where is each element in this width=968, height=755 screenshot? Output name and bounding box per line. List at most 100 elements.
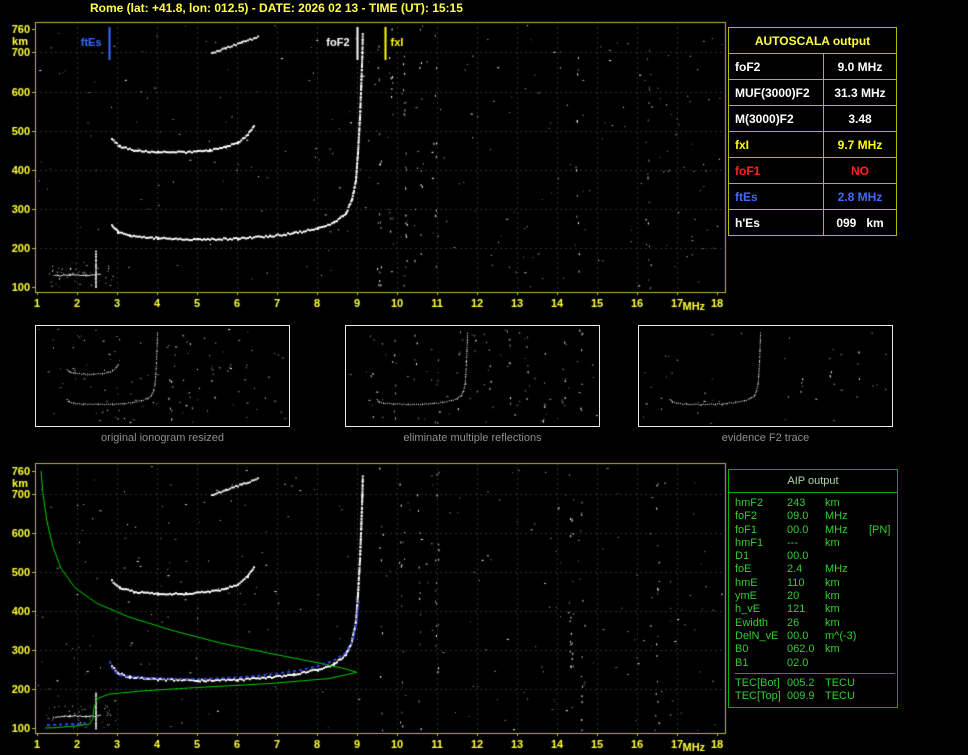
- aip-row: B0 062.0 km: [735, 643, 895, 656]
- aip-cell: 121: [787, 603, 806, 616]
- autoscala-row-value: 31.3 MHz: [823, 79, 897, 106]
- thumbnail-eliminate-reflections: [345, 325, 600, 427]
- aip-cell: km: [825, 616, 840, 629]
- autoscala-row-label: fxI: [728, 131, 824, 158]
- aip-cell: 02.0: [787, 656, 809, 669]
- autoscala-row-label: h'Es: [728, 209, 824, 236]
- autoscala-row: h'Es 099 km: [728, 209, 897, 236]
- autoscala-header-row: AUTOSCALA output: [728, 27, 897, 54]
- aip-cell: ymE: [735, 590, 757, 603]
- aip-cell: DelN_vE: [735, 629, 779, 642]
- aip-cell: foF2: [735, 510, 758, 523]
- autoscala-row-value: NO: [823, 157, 897, 184]
- autoscala-body: foF2 9.0 MHz MUF(3000)F2 31.3 MHz M(3000)F2 3…: [728, 53, 897, 236]
- aip-row: foE 2.4 MHz: [735, 563, 895, 576]
- aip-cell: km: [825, 603, 840, 616]
- thumbnail-caption-evidence: evidence F2 trace: [721, 432, 810, 444]
- aip-row: hmE 110 km: [735, 577, 895, 590]
- autoscala-row: foF2 9.0 MHz: [728, 53, 897, 80]
- aip-cell: D1: [735, 550, 750, 563]
- autoscala-screen: Rome (lat: +41.8, lon: 012.5) - DATE: 20…: [0, 0, 968, 755]
- aip-cell: TEC[Bot]: [735, 676, 780, 689]
- aip-cell: [869, 690, 895, 703]
- aip-cell: [869, 537, 895, 550]
- aip-row: DelN_vE 00.0 m^(-3): [735, 630, 895, 643]
- aip-row: TEC[Bot] 005.2 TECU: [735, 677, 895, 690]
- aip-cell: hmE: [735, 576, 758, 589]
- aip-tec-section: TEC[Bot] 005.2 TECU TEC[Top] 009.9 TECU: [735, 672, 895, 704]
- aip-row: TEC[Top] 009.9 TECU: [735, 690, 895, 703]
- thumbnail-caption-eliminate: eliminate multiple reflections: [403, 432, 542, 444]
- aip-cell: [825, 550, 869, 563]
- ionogram-profile-canvas: [0, 455, 735, 755]
- aip-cell: [869, 677, 895, 690]
- aip-cell: [PN]: [869, 523, 891, 536]
- aip-cell: [869, 563, 895, 576]
- aip-cell: 243: [787, 497, 806, 509]
- autoscala-row-value: 3.48: [823, 105, 897, 132]
- aip-cell: hmF2: [735, 497, 764, 509]
- aip-cell: [869, 643, 895, 656]
- aip-cell: km: [825, 536, 840, 549]
- autoscala-row-label: MUF(3000)F2: [728, 79, 824, 106]
- aip-row: foF1 00.0 MHz [PN]: [735, 524, 895, 537]
- aip-cell: 110: [787, 576, 805, 589]
- aip-cell: [869, 497, 895, 510]
- aip-cell: Ewidth: [735, 616, 769, 629]
- autoscala-row-label: M(3000)F2: [728, 105, 824, 132]
- aip-row: hmF2 243 km: [735, 497, 895, 510]
- aip-cell: MHz: [825, 510, 848, 523]
- aip-cell: 005.2: [787, 676, 815, 689]
- aip-cell: TECU: [825, 676, 855, 689]
- autoscala-header: AUTOSCALA output: [728, 27, 897, 54]
- autoscala-row: MUF(3000)F2 31.3 MHz: [728, 79, 897, 106]
- thumbnail-original-ionogram: [35, 325, 290, 427]
- aip-cell: foF1: [735, 523, 758, 536]
- aip-cell: km: [825, 576, 840, 589]
- aip-cell: km: [825, 590, 840, 603]
- aip-cell: m^(-3): [825, 629, 857, 642]
- aip-cell: TEC[Top]: [735, 690, 781, 703]
- aip-cell: km: [825, 497, 840, 509]
- autoscala-table: AUTOSCALA output foF2 9.0 MHz MUF(3000)F2 3…: [728, 27, 897, 236]
- aip-cell: ---: [787, 536, 798, 549]
- page-title: Rome (lat: +41.8, lon: 012.5) - DATE: 20…: [90, 1, 463, 15]
- aip-cell: 00.0: [787, 629, 809, 642]
- autoscala-row-value: 2.8 MHz: [823, 183, 897, 210]
- aip-row: foF2 09.0 MHz: [735, 510, 895, 523]
- aip-cell: 20: [787, 590, 800, 603]
- aip-cell: [869, 617, 895, 630]
- aip-row: ymE 20 km: [735, 590, 895, 603]
- autoscala-row: foF1 NO: [728, 157, 897, 184]
- aip-cell: 00.0: [787, 523, 809, 536]
- aip-cell: MHz: [825, 563, 848, 576]
- aip-row: hmF1 --- km: [735, 537, 895, 550]
- autoscala-row-value: 9.0 MHz: [823, 53, 897, 80]
- autoscala-row-value: 9.7 MHz: [823, 131, 897, 158]
- aip-cell: 00.0: [787, 550, 809, 563]
- autoscala-row: fxI 9.7 MHz: [728, 131, 897, 158]
- aip-cell: [869, 657, 895, 670]
- thumbnail-caption-original: original ionogram resized: [101, 432, 224, 444]
- aip-row: h_vE 121 km: [735, 603, 895, 616]
- aip-row: B1 02.0: [735, 657, 895, 670]
- aip-body: hmF2 243 km foF2 09.0 MHz foF1 00.0 MHz [PN] hmF1 -…: [729, 493, 897, 707]
- aip-cell: [869, 577, 895, 590]
- autoscala-row-value: 099 km: [823, 209, 897, 236]
- autoscala-row: ftEs 2.8 MHz: [728, 183, 897, 210]
- aip-row: D1 00.0: [735, 550, 895, 563]
- aip-cell: B0: [735, 643, 749, 656]
- aip-table: AIP output hmF2 243 km foF2 09.0 MHz foF1 00.0 M…: [728, 469, 898, 709]
- aip-cell: h_vE: [735, 603, 761, 616]
- aip-cell: 09.0: [787, 510, 809, 523]
- aip-cell: km: [825, 643, 840, 656]
- aip-cell: [869, 590, 895, 603]
- aip-cell: B1: [735, 656, 749, 669]
- ionogram-main-canvas: [0, 15, 735, 315]
- autoscala-row-label: ftEs: [728, 183, 824, 210]
- autoscala-row-label: foF2: [728, 53, 824, 80]
- autoscala-row: M(3000)F2 3.48: [728, 105, 897, 132]
- aip-cell: 062.0: [787, 643, 815, 656]
- aip-cell: 26: [787, 616, 800, 629]
- aip-cell: foE: [735, 563, 752, 576]
